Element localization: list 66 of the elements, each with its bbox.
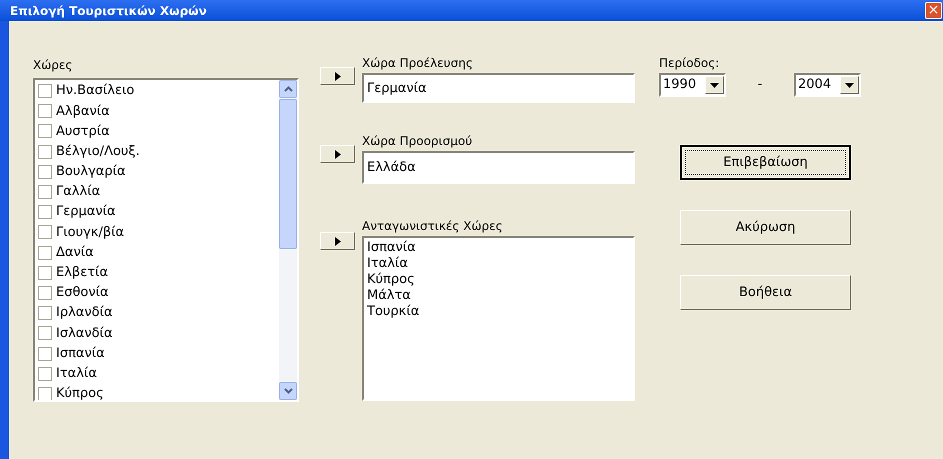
add-origin-button[interactable]	[320, 67, 355, 85]
close-button[interactable]: ×	[925, 2, 942, 19]
checkbox[interactable]	[38, 366, 52, 381]
checkbox[interactable]	[38, 286, 52, 300]
from-year-dropdown[interactable]: 1990	[659, 73, 726, 97]
countries-listbox[interactable]: Ην.Βασίλειο Αλβανία Αυστρία Βέλγιο/Λουξ. Βουλγαρία Γαλλία Γερμανία Γιουγκ/βία Δανία Ελβετία Εσθονία Ιρλανδία Ισλανδία Ισπανία Ιταλία Κύπρος	[33, 78, 299, 402]
competitors-listbox[interactable]: Ισπανία Ιταλία Κύπρος Μάλτα Τουρκία	[362, 236, 635, 401]
competitor-item[interactable]: Ισπανία	[367, 240, 416, 256]
scroll-up-icon[interactable]	[284, 86, 292, 92]
country-item[interactable]: Γαλλία	[56, 182, 100, 202]
country-item[interactable]: Ιρλανδία	[56, 303, 113, 323]
country-item[interactable]: Βέλγιο/Λουξ.	[56, 142, 140, 162]
competitor-item[interactable]: Κύπρος	[367, 272, 415, 288]
play-icon	[334, 236, 340, 246]
checkbox[interactable]	[38, 205, 52, 220]
checkbox[interactable]	[38, 104, 52, 118]
country-item[interactable]: Αυστρία	[56, 122, 110, 142]
checkbox[interactable]	[38, 346, 52, 361]
country-item[interactable]: Ισπανία	[56, 344, 105, 364]
to-year-dropdown[interactable]: 2004	[794, 73, 861, 97]
scroll-thumb[interactable]	[279, 99, 297, 249]
checkbox[interactable]	[38, 164, 52, 179]
country-item[interactable]: Ην.Βασίλειο	[56, 81, 134, 101]
window-title: Επιλογή Τουριστικών Χωρών	[10, 2, 207, 20]
country-item[interactable]: Βουλγαρία	[56, 162, 126, 182]
origin-field[interactable]: Γερμανία	[362, 73, 635, 103]
country-item[interactable]: Ελβετία	[56, 263, 108, 283]
country-item[interactable]: Ισλανδία	[56, 324, 113, 344]
checkbox[interactable]	[38, 84, 52, 98]
add-competitor-button[interactable]	[320, 232, 355, 250]
origin-label: Χώρα Προέλευσης	[362, 56, 473, 70]
competitor-item[interactable]: Μάλτα	[367, 288, 411, 304]
countries-label: Χώρες	[33, 58, 72, 72]
period-label: Περίοδος:	[659, 56, 720, 70]
dash-separator: -	[756, 76, 764, 94]
competitor-item[interactable]: Ιταλία	[367, 256, 408, 272]
country-item[interactable]: Γιουγκ/βία	[56, 222, 124, 242]
checkbox[interactable]	[38, 185, 52, 200]
checkbox[interactable]	[38, 225, 52, 240]
country-item[interactable]: Κύπρος	[56, 384, 104, 400]
checkbox[interactable]	[38, 386, 52, 400]
competitor-item[interactable]: Τουρκία	[367, 304, 420, 320]
dialog-button[interactable]: Ακύρωση	[680, 210, 851, 245]
play-icon	[334, 150, 340, 158]
dialog-button[interactable]: Βοήθεια	[680, 275, 851, 310]
checkbox[interactable]	[38, 144, 52, 159]
country-item[interactable]: Γερμανία	[56, 202, 116, 222]
play-icon	[334, 72, 340, 80]
scroll-down-icon[interactable]	[284, 388, 292, 394]
checkbox[interactable]	[38, 326, 52, 340]
dropdown-arrow-icon	[845, 82, 854, 88]
add-destination-button[interactable]	[320, 145, 355, 163]
destination-field[interactable]: Ελλάδα	[362, 151, 635, 184]
checkbox[interactable]	[38, 246, 52, 260]
checkbox[interactable]	[38, 266, 52, 280]
destination-label: Χώρα Προορισμού	[362, 134, 472, 148]
country-item[interactable]: Δανία	[56, 242, 94, 262]
checkbox[interactable]	[38, 124, 52, 138]
checkbox[interactable]	[38, 306, 52, 320]
country-item[interactable]: Αλβανία	[56, 102, 110, 122]
country-item[interactable]: Εσθονία	[56, 283, 109, 303]
dropdown-arrow-icon	[710, 82, 719, 88]
country-item[interactable]: Ιταλία	[56, 364, 97, 384]
competitors-label: Ανταγωνιστικές Χώρες	[362, 219, 503, 233]
scrollbar[interactable]	[279, 80, 297, 400]
dialog-button[interactable]: Επιβεβαίωση	[680, 145, 851, 180]
